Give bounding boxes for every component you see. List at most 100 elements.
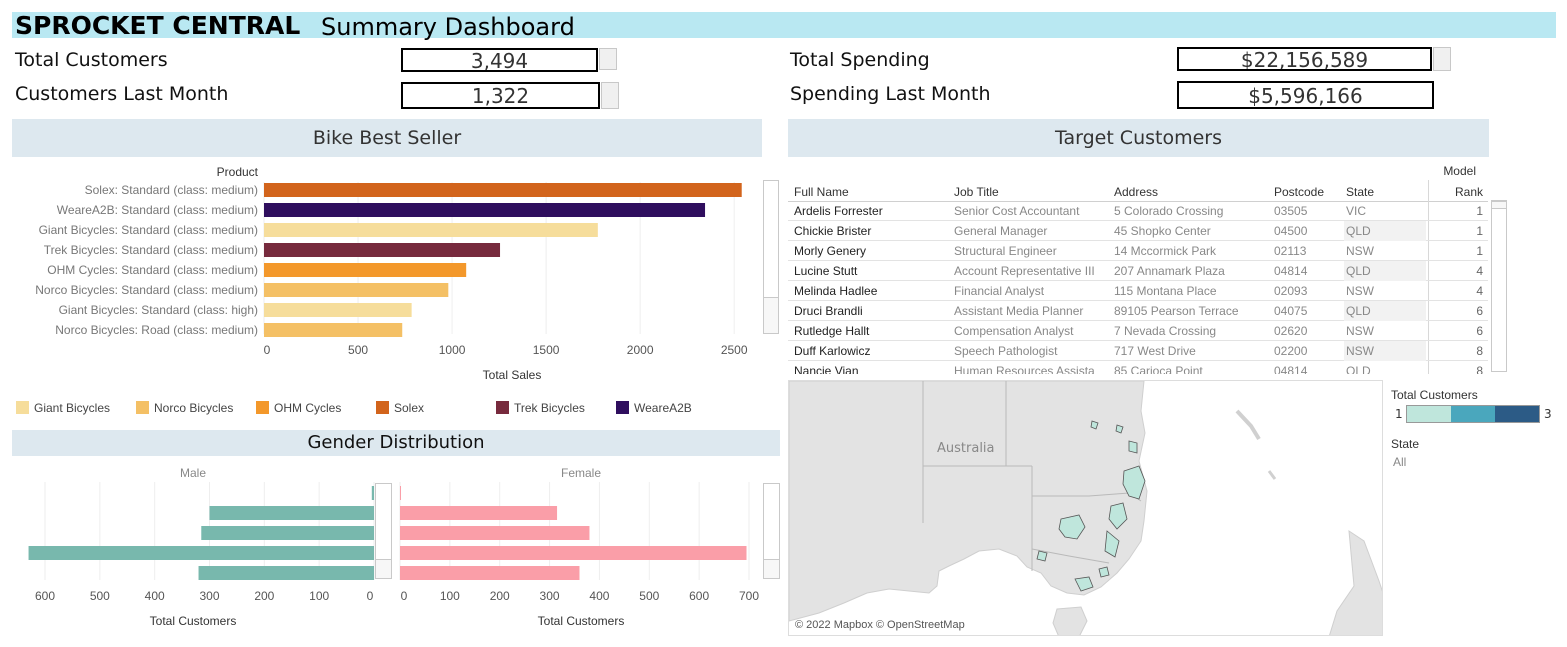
female-bar[interactable] — [400, 506, 558, 520]
legend-swatch[interactable] — [496, 401, 509, 414]
product-column-header: Product — [217, 165, 259, 179]
cell-state: QLD — [1346, 364, 1371, 374]
cell-state: NSW — [1346, 324, 1374, 338]
bike-x-tick-label: 1000 — [439, 343, 466, 357]
female-bar[interactable] — [400, 546, 747, 560]
female-chart-scrollbar[interactable] — [763, 483, 780, 579]
cell-model-rank: 1 — [1476, 224, 1483, 238]
col-header-rank[interactable]: Rank — [1428, 185, 1483, 199]
female-bar[interactable] — [400, 526, 590, 540]
bike-bar[interactable] — [264, 283, 449, 297]
male-bar[interactable] — [28, 546, 375, 560]
col-header-address[interactable]: Address — [1114, 185, 1158, 199]
bike-x-tick-label: 1500 — [533, 343, 560, 357]
cell-postcode: 04814 — [1274, 264, 1308, 278]
table-row[interactable]: Ardelis Forrester Senior Cost Accountant 5… — [788, 201, 1488, 221]
bike-bar[interactable] — [264, 183, 742, 197]
map-canvas — [789, 381, 1382, 635]
bike-bar[interactable] — [264, 263, 467, 277]
male-scroll-thumb[interactable] — [375, 559, 392, 579]
cell-postcode: 04075 — [1274, 304, 1308, 318]
island-chain — [1235, 409, 1261, 441]
male-x-tick-label: 0 — [367, 589, 374, 603]
bike-chart-scroll-thumb[interactable] — [763, 297, 779, 334]
legend-label[interactable]: Trek Bicycles — [514, 401, 585, 415]
female-x-tick-label: 600 — [689, 589, 709, 603]
table-row[interactable]: Rutledge Hallt Compensation Analyst 7 Neva… — [788, 321, 1488, 341]
table-scroll-thumb[interactable] — [1491, 201, 1507, 209]
legend-label[interactable]: WeareA2B — [634, 401, 692, 415]
male-chart-scrollbar[interactable] — [375, 483, 392, 579]
map-region-cluster[interactable] — [1098, 566, 1110, 578]
total-customers-value: 3,494 — [401, 48, 598, 72]
col-header-full-name[interactable]: Full Name — [794, 185, 849, 199]
state-filter-value[interactable]: All — [1393, 455, 1406, 469]
ramp-high — [1495, 406, 1539, 422]
map-region-cluster[interactable] — [1036, 550, 1048, 562]
legend-swatch[interactable] — [16, 401, 29, 414]
bike-x-tick-label: 0 — [264, 343, 271, 357]
male-bar[interactable] — [371, 486, 374, 500]
australia-map[interactable]: Australia © 2022 Mapbox © OpenStreetMap — [788, 380, 1383, 636]
customers-last-month-scroll-stub[interactable] — [601, 82, 619, 109]
female-bar[interactable] — [400, 486, 401, 500]
table-row[interactable]: Nancie Vian Human Resources Assista 85 Car… — [788, 361, 1488, 374]
legend-label[interactable]: Norco Bicycles — [154, 401, 233, 415]
total-customers-scroll-stub[interactable] — [599, 48, 617, 70]
cell-model-rank: 6 — [1476, 304, 1483, 318]
cell-model-rank: 6 — [1476, 324, 1483, 338]
male-x-axis-title: Total Customers — [150, 614, 237, 628]
table-scrollbar[interactable] — [1491, 200, 1507, 372]
col-header-postcode[interactable]: Postcode — [1274, 185, 1324, 199]
cell-model-rank: 8 — [1476, 344, 1483, 358]
legend-label[interactable]: Giant Bicycles — [34, 401, 110, 415]
table-row[interactable]: Morly Genery Structural Engineer 14 Mccorm… — [788, 241, 1488, 261]
total-customers-label: Total Customers — [15, 49, 168, 71]
bike-bar[interactable] — [264, 223, 598, 237]
male-bar[interactable] — [198, 566, 374, 580]
cell-state: NSW — [1346, 344, 1374, 358]
female-scroll-thumb[interactable] — [763, 559, 780, 579]
cell-state: QLD — [1346, 224, 1371, 238]
table-row[interactable]: Melinda Hadlee Financial Analyst 115 Monta… — [788, 281, 1488, 301]
table-row[interactable]: Duff Karlowicz Speech Pathologist 717 West… — [788, 341, 1488, 361]
male-bar[interactable] — [209, 506, 375, 520]
bike-bar[interactable] — [264, 303, 412, 317]
legend-swatch[interactable] — [376, 401, 389, 414]
legend-swatch[interactable] — [256, 401, 269, 414]
col-header-job-title[interactable]: Job Title — [954, 185, 999, 199]
bike-bar[interactable] — [264, 243, 501, 257]
table-row[interactable]: Chickie Brister General Manager 45 Shopko … — [788, 221, 1488, 241]
legend-swatch[interactable] — [136, 401, 149, 414]
bike-bar[interactable] — [264, 323, 403, 337]
col-header-state[interactable]: State — [1346, 185, 1374, 199]
cell-address: 717 West Drive — [1114, 344, 1196, 358]
cell-job-title: Compensation Analyst — [954, 324, 1074, 338]
state-filter-title: State — [1391, 437, 1420, 451]
table-row[interactable]: Druci Brandli Assistant Media Planner 8910… — [788, 301, 1488, 321]
legend-swatch[interactable] — [616, 401, 629, 414]
island-small — [1267, 470, 1277, 480]
bike-x-tick-label: 500 — [348, 343, 368, 357]
bike-chart-scrollbar[interactable] — [763, 180, 779, 334]
customers-last-month-value: 1,322 — [401, 82, 600, 109]
cell-address: 45 Shopko Center — [1114, 224, 1211, 238]
bike-bar[interactable] — [264, 203, 706, 217]
map-attribution[interactable]: © 2022 Mapbox © OpenStreetMap — [795, 619, 965, 631]
female-x-tick-label: 700 — [739, 589, 759, 603]
cell-address: 14 Mccormick Park — [1114, 244, 1217, 258]
legend-label[interactable]: Solex — [394, 401, 424, 415]
cell-model-rank: 1 — [1476, 244, 1483, 258]
total-spending-label: Total Spending — [790, 49, 930, 71]
female-x-tick-label: 0 — [401, 589, 408, 603]
table-row[interactable]: Lucine Stutt Account Representative III 20… — [788, 261, 1488, 281]
ramp-mid — [1451, 406, 1495, 422]
map-region-cluster[interactable] — [1128, 440, 1138, 454]
bike-best-seller-chart: Solex: Standard (class: medium) WeareA2B:… — [35, 165, 748, 382]
male-bar[interactable] — [201, 526, 374, 540]
legend-label[interactable]: OHM Cycles — [274, 401, 341, 415]
cell-job-title: General Manager — [954, 224, 1048, 238]
cell-job-title: Assistant Media Planner — [954, 304, 1084, 318]
total-spending-scroll-stub[interactable] — [1433, 47, 1451, 71]
female-bar[interactable] — [400, 566, 580, 580]
